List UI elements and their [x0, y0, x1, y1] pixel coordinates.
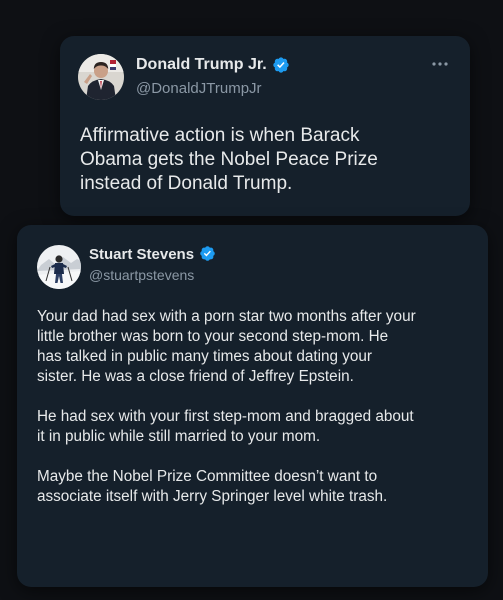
reply-tweet-text: Your dad had sex with a porn star two mo…: [37, 307, 477, 527]
original-tweet-name-row: Donald Trump Jr.: [136, 56, 290, 74]
handle[interactable]: @stuartpstevens: [89, 267, 194, 283]
tweet-text: Affirmative action is when Barack Obama …: [80, 125, 378, 194]
original-tweet-card[interactable]: Donald Trump Jr. @DonaldJTrumpJr Affirma…: [60, 36, 470, 216]
more-options-icon: [432, 62, 448, 66]
avatar[interactable]: [78, 54, 124, 100]
display-name[interactable]: Stuart Stevens: [89, 246, 194, 263]
display-name[interactable]: Donald Trump Jr.: [136, 56, 267, 74]
tweet-paragraph: Maybe the Nobel Prize Committee doesn’t …: [37, 468, 388, 505]
avatar[interactable]: [37, 245, 81, 289]
reply-tweet-name-row: Stuart Stevens: [89, 245, 217, 263]
reply-tweet-card[interactable]: Stuart Stevens @stuartpstevens Your dad …: [17, 225, 488, 587]
more-options-button[interactable]: [428, 56, 452, 72]
verified-badge-icon: [199, 245, 217, 263]
page-background: Donald Trump Jr. @DonaldJTrumpJr Affirma…: [0, 0, 503, 600]
verified-badge-icon: [272, 56, 290, 74]
tweet-paragraph: He had sex with your first step-mom and …: [37, 408, 414, 445]
tweet-paragraph: Your dad had sex with a porn star two mo…: [37, 308, 416, 385]
handle[interactable]: @DonaldJTrumpJr: [136, 80, 262, 97]
